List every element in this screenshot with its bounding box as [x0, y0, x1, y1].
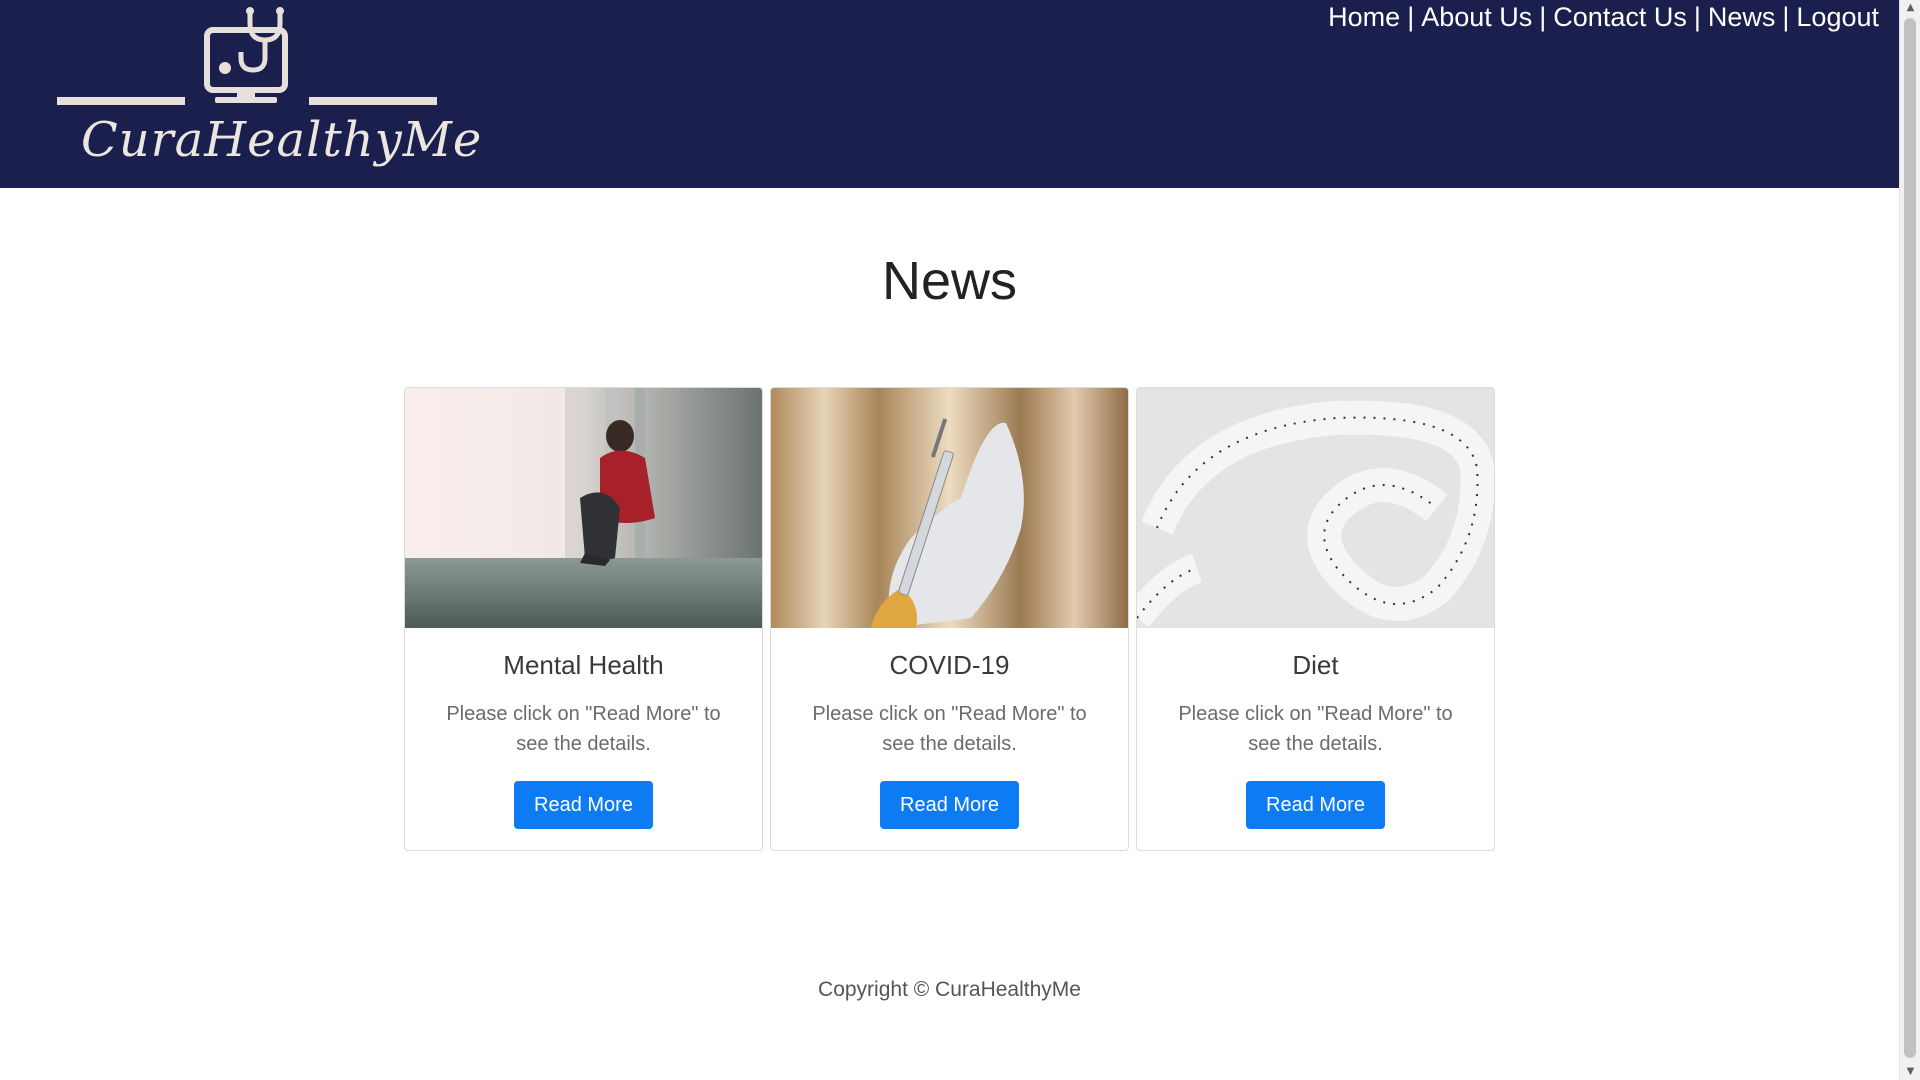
page: CuraHealthyMe Home | About Us | Contact Us | N…: [0, 0, 1899, 1080]
nav-news[interactable]: News: [1708, 2, 1776, 32]
news-card-mental-health: Mental Health Please click on "Read More…: [404, 387, 763, 851]
mental-health-image: [405, 388, 762, 628]
card-text: Please click on "Read More" to see the d…: [812, 703, 1087, 755]
nav-separator: |: [1782, 2, 1790, 32]
nav-home[interactable]: Home: [1328, 2, 1400, 32]
read-more-button[interactable]: Read More: [1246, 781, 1385, 829]
news-card-diet: Diet Please click on "Read More" to see …: [1136, 387, 1495, 851]
scroll-down-arrow-icon[interactable]: ▼: [1900, 1064, 1920, 1080]
site-header: CuraHealthyMe Home | About Us | Contact Us | N…: [0, 0, 1899, 188]
read-more-button[interactable]: Read More: [880, 781, 1019, 829]
card-title: Diet: [1292, 650, 1339, 680]
vertical-scrollbar[interactable]: ▲ ▼: [1899, 0, 1920, 1080]
news-card-covid-19: COVID-19 Please click on "Read More" to …: [770, 387, 1129, 851]
nav-contact-us[interactable]: Contact Us: [1553, 2, 1687, 32]
nav-separator: |: [1539, 2, 1547, 32]
card-title: COVID-19: [889, 650, 1010, 680]
logo-text: CuraHealthyMe: [81, 112, 483, 168]
logo[interactable]: CuraHealthyMe: [55, 0, 483, 180]
news-cards: Mental Health Please click on "Read More…: [404, 387, 1496, 851]
card-text: Please click on "Read More" to see the d…: [1178, 703, 1453, 755]
scroll-up-arrow-icon[interactable]: ▲: [1900, 0, 1920, 16]
nav-separator: |: [1407, 2, 1415, 32]
tape-measure-image: [1137, 388, 1494, 628]
card-text: Please click on "Read More" to see the d…: [446, 703, 721, 755]
card-title: Mental Health: [503, 650, 664, 680]
nav-logout[interactable]: Logout: [1796, 2, 1879, 32]
read-more-button[interactable]: Read More: [514, 781, 653, 829]
covid-vaccine-image: [771, 388, 1128, 628]
page-title: News: [881, 251, 1018, 311]
nav-separator: |: [1693, 2, 1701, 32]
scroll-thumb[interactable]: [1904, 18, 1916, 1058]
footer-copyright: Copyright © CuraHealthyMe: [818, 978, 1081, 1001]
nav-about-us[interactable]: About Us: [1421, 2, 1532, 32]
main-nav: Home | About Us | Contact Us | News | Logout: [1328, 2, 1879, 33]
